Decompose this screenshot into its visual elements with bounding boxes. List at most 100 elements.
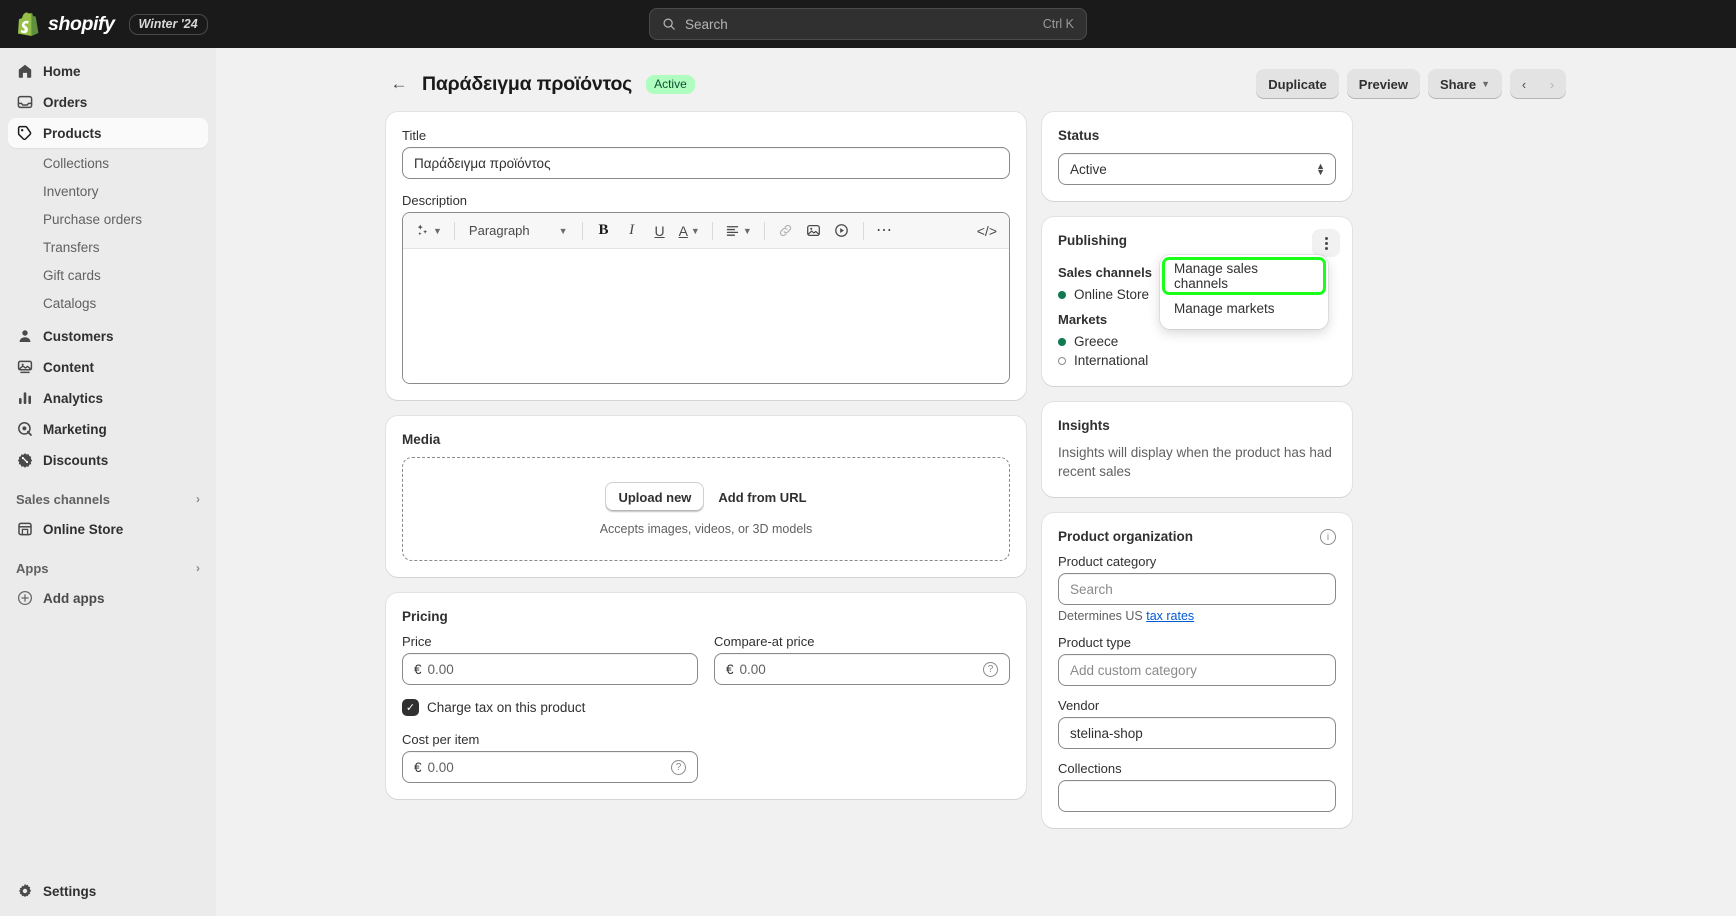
sidebar-item-content[interactable]: Content	[8, 352, 208, 382]
ai-magic-icon[interactable]: ▼	[411, 218, 446, 244]
compare-at-price-input[interactable]: € 0.00 ?	[714, 653, 1010, 685]
insert-video-icon[interactable]	[829, 218, 855, 244]
status-card: Status Active ▲ ▼	[1042, 112, 1352, 201]
sidebar-item-home[interactable]: Home	[8, 56, 208, 86]
season-badge: Winter '24	[128, 13, 208, 35]
underline-button[interactable]: U	[647, 218, 673, 244]
vendor-input[interactable]: stelina-shop	[1058, 717, 1336, 749]
chevron-down-icon: ▼	[690, 225, 700, 236]
preview-label: Preview	[1358, 76, 1408, 92]
sidebar-item-label: Discounts	[43, 452, 109, 468]
title-input[interactable]: Παράδειγμα προϊόντος	[402, 147, 1010, 179]
publishing-more-button[interactable]	[1312, 229, 1340, 257]
status-dot-on-icon	[1058, 337, 1066, 346]
status-select[interactable]: Active ▲ ▼	[1058, 153, 1336, 185]
italic-button[interactable]: I	[619, 218, 645, 244]
share-button[interactable]: Share ▼	[1427, 69, 1502, 99]
brand-logo[interactable]: shopify Winter '24	[0, 12, 208, 36]
duplicate-button[interactable]: Duplicate	[1256, 69, 1339, 99]
description-editor: ▼ Paragraph ▼ B I U A ▼ ▼ ⋯ </>	[402, 212, 1010, 384]
text-color-button[interactable]: A ▼	[675, 218, 704, 244]
sidebar-item-customers[interactable]: Customers	[8, 321, 208, 351]
chevron-right-icon: ›	[196, 492, 200, 506]
code-view-icon[interactable]: </>	[973, 218, 1001, 244]
sidebar-item-orders[interactable]: Orders	[8, 87, 208, 117]
back-button[interactable]: ←	[386, 71, 412, 97]
preview-button[interactable]: Preview	[1346, 69, 1420, 99]
top-bar: shopify Winter '24 Search Ctrl K	[0, 0, 1736, 48]
sidebar-item-transfers[interactable]: Transfers	[8, 233, 208, 261]
tax-rates-link[interactable]: tax rates	[1146, 609, 1194, 623]
pricing-card: Pricing Price € 0.00 Compare-at price € …	[386, 593, 1026, 799]
align-button[interactable]: ▼	[721, 218, 756, 244]
compare-price-field-group: Compare-at price € 0.00 ?	[714, 634, 1010, 685]
sidebar-item-analytics[interactable]: Analytics	[8, 383, 208, 413]
bold-button[interactable]: B	[591, 218, 617, 244]
sidebar-item-discounts[interactable]: Discounts	[8, 445, 208, 475]
menu-item-manage-markets[interactable]: Manage markets	[1165, 292, 1323, 324]
menu-item-manage-sales-channels[interactable]: Manage sales channels	[1165, 260, 1323, 292]
sidebar-subitem-label: Transfers	[43, 239, 100, 255]
sidebar-item-inventory[interactable]: Inventory	[8, 177, 208, 205]
cost-value: 0.00	[427, 759, 454, 775]
cost-currency: €	[414, 759, 422, 775]
page-columns: Title Παράδειγμα προϊόντος Description ▼	[386, 112, 1566, 844]
charge-tax-row[interactable]: ✓ Charge tax on this product	[402, 699, 1010, 716]
sidebar-item-label: Home	[43, 63, 81, 79]
discounts-icon	[16, 451, 34, 469]
collections-input[interactable]	[1058, 780, 1336, 812]
search-icon	[663, 18, 675, 30]
sidebar-item-gift-cards[interactable]: Gift cards	[8, 261, 208, 289]
charge-tax-checkbox[interactable]: ✓	[402, 699, 419, 716]
link-icon[interactable]	[773, 218, 799, 244]
sidebar-item-collections[interactable]: Collections	[8, 149, 208, 177]
sidebar-item-label: Analytics	[43, 390, 104, 406]
sidebar-item-products[interactable]: Products	[8, 118, 208, 148]
sidebar-item-online-store[interactable]: Online Store	[8, 514, 208, 544]
help-icon[interactable]: ?	[671, 759, 686, 775]
gear-icon	[16, 882, 34, 900]
help-icon[interactable]: ?	[983, 661, 998, 677]
product-category-input[interactable]: Search	[1058, 573, 1336, 605]
sidebar-item-marketing[interactable]: Marketing	[8, 414, 208, 444]
price-input[interactable]: € 0.00	[402, 653, 698, 685]
sidebar-item-label: Orders	[43, 94, 88, 110]
previous-record-button[interactable]: ‹	[1510, 69, 1538, 99]
header-actions: Duplicate Preview Share ▼ ‹ ›	[1256, 69, 1566, 99]
paragraph-style-select[interactable]: Paragraph ▼	[463, 218, 574, 244]
share-label: Share	[1439, 76, 1477, 92]
upload-new-button[interactable]: Upload new	[605, 482, 705, 512]
sidebar-subitem-label: Purchase orders	[43, 211, 143, 227]
media-dropzone[interactable]: Upload new Add from URL Accepts images, …	[402, 457, 1010, 561]
chevron-down-icon: ▼	[433, 225, 442, 236]
cost-per-item-input[interactable]: € 0.00 ?	[402, 751, 698, 783]
insights-body: Insights will display when the product h…	[1058, 445, 1332, 479]
add-from-url-button[interactable]: Add from URL	[718, 490, 806, 505]
duplicate-label: Duplicate	[1268, 76, 1327, 92]
chevron-down-icon: ▼	[558, 225, 568, 236]
insights-card: Insights Insights will display when the …	[1042, 402, 1352, 497]
info-icon[interactable]: i	[1320, 529, 1336, 545]
more-options-icon[interactable]: ⋯	[872, 218, 898, 244]
sidebar-item-add-apps[interactable]: Add apps	[8, 583, 208, 613]
add-from-url-label: Add from URL	[718, 489, 807, 505]
cost-per-item-group: Cost per item € 0.00 ?	[402, 732, 706, 783]
description-textarea[interactable]	[403, 249, 1009, 383]
insert-image-icon[interactable]	[801, 218, 827, 244]
global-search[interactable]: Search Ctrl K	[649, 8, 1087, 40]
sidebar-item-catalogs[interactable]: Catalogs	[8, 289, 208, 317]
sidebar-item-settings[interactable]: Settings	[8, 876, 208, 906]
status-dot-on-icon	[1058, 290, 1066, 299]
compare-currency: €	[726, 661, 734, 677]
sidebar-item-purchase-orders[interactable]: Purchase orders	[8, 205, 208, 233]
chevron-right-icon: ›	[196, 561, 200, 575]
product-type-input[interactable]: Add custom category	[1058, 654, 1336, 686]
toolbar-divider	[711, 221, 713, 240]
publishing-header: Publishing	[1058, 229, 1340, 257]
sidebar-section-apps[interactable]: Apps ›	[8, 553, 208, 583]
sidebar-section-sales-channels[interactable]: Sales channels ›	[8, 484, 208, 514]
next-record-button[interactable]: ›	[1538, 69, 1566, 99]
kebab-icon	[1324, 236, 1328, 250]
product-type-label: Product type	[1058, 635, 1131, 650]
upload-new-label: Upload new	[618, 489, 692, 505]
